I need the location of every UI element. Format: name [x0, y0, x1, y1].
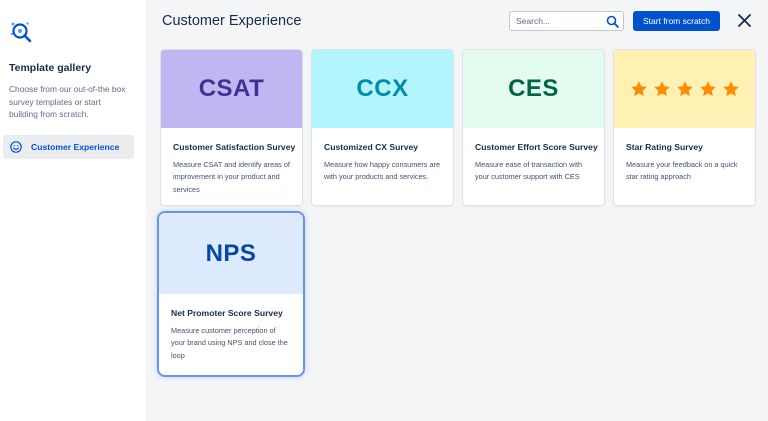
- card-banner: [614, 50, 755, 128]
- start-from-scratch-button[interactable]: Start from scratch: [633, 11, 720, 31]
- card-description: Measure your feedback on a quick star ra…: [626, 160, 738, 182]
- star-icon: [699, 81, 716, 97]
- card-description: Measure how happy consumers are with you…: [324, 160, 440, 182]
- card-title: Customer Satisfaction Survey: [173, 142, 296, 152]
- card-banner: CCX: [312, 50, 453, 128]
- sidebar-description: Choose from our out-of-the box survey te…: [9, 84, 126, 119]
- card-acronym: CES: [508, 75, 559, 102]
- page-title: Customer Experience: [162, 13, 302, 29]
- card-description: Measure CSAT and identify areas of impro…: [173, 160, 290, 194]
- star-rating: [630, 80, 740, 98]
- card-acronym: NPS: [205, 239, 257, 267]
- search-box[interactable]: [509, 11, 624, 31]
- card-title: Customer Effort Score Survey: [475, 142, 598, 152]
- star-icon: [722, 81, 739, 97]
- template-card-nps[interactable]: NPS Net Promoter Score Survey Measure cu…: [159, 213, 303, 375]
- card-title: Star Rating Survey: [626, 142, 703, 152]
- card-banner: CES: [463, 50, 604, 128]
- main-content: Customer Experience Start from scratch C…: [146, 0, 768, 421]
- search-icon[interactable]: [606, 15, 619, 28]
- card-title: Net Promoter Score Survey: [171, 308, 283, 318]
- star-icon: [653, 81, 670, 97]
- template-card-star-rating[interactable]: Star Rating Survey Measure your feedback…: [614, 50, 755, 205]
- smiley-icon: [10, 141, 22, 153]
- card-banner: NPS: [159, 213, 303, 294]
- template-card-ces[interactable]: CES Customer Effort Score Survey Measure…: [463, 50, 604, 205]
- close-icon[interactable]: [737, 13, 752, 28]
- template-card-ccx[interactable]: CCX Customized CX Survey Measure how hap…: [312, 50, 453, 205]
- sidebar: Template gallery Choose from our out-of-…: [0, 0, 146, 421]
- sidebar-title: Template gallery: [9, 62, 92, 74]
- card-description: Measure customer perception of your bran…: [171, 326, 288, 360]
- search-input[interactable]: [516, 14, 604, 28]
- sidebar-item-customer-experience[interactable]: Customer Experience: [3, 135, 134, 159]
- star-icon: [676, 81, 693, 97]
- sidebar-item-label: Customer Experience: [31, 142, 120, 152]
- card-title: Customized CX Survey: [324, 142, 419, 152]
- card-acronym: CCX: [356, 75, 409, 102]
- template-card-csat[interactable]: CSAT Customer Satisfaction Survey Measur…: [161, 50, 302, 205]
- card-description: Measure ease of transaction with your cu…: [475, 160, 583, 182]
- card-banner: CSAT: [161, 50, 302, 128]
- app-logo-icon: [9, 20, 35, 46]
- star-icon: [630, 81, 647, 97]
- card-acronym: CSAT: [198, 75, 265, 102]
